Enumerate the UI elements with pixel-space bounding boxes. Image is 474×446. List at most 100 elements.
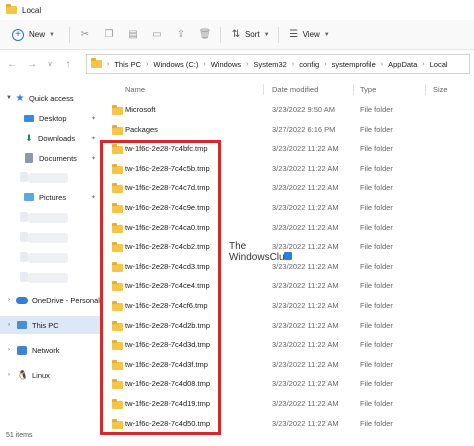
column-divider[interactable] (353, 84, 354, 95)
file-row[interactable]: tw-1f6c-2e28-7c4c7d.tmp 3/23/2022 11:22 A… (103, 178, 474, 198)
sidebar-item-label: Quick access (29, 93, 74, 103)
copy-icon[interactable]: ❐ (102, 28, 116, 42)
toolbar-divider (68, 26, 70, 43)
chevron-right-icon[interactable]: › (4, 322, 14, 328)
column-divider[interactable] (425, 84, 426, 95)
sort-button[interactable]: ⇅ Sort ▼ (229, 28, 270, 42)
file-type: File folder (360, 320, 393, 330)
forward-arrow-icon[interactable]: → (24, 59, 40, 70)
file-name: tw-1f6c-2e28-7c4c9e.tmp (125, 203, 210, 212)
file-row[interactable]: Microsoft 3/23/2022 9:50 AM File folder (103, 100, 474, 120)
column-header-row: Name Date modified Type Size (103, 82, 474, 96)
chevron-right-icon: › (422, 60, 425, 68)
sidebar-item-label: Documents (39, 153, 77, 163)
chevron-down-icon[interactable]: ▼ (4, 95, 14, 101)
column-header-size[interactable]: Size (433, 85, 448, 94)
file-row[interactable]: tw-1f6c-2e28-7c4bfc.tmp 3/23/2022 11:22 A… (103, 139, 474, 159)
sidebar-item-documents[interactable]: Documents ✦ (0, 149, 100, 167)
file-row[interactable]: tw-1f6c-2e28-7c4c5b.tmp 3/23/2022 11:22 A… (103, 159, 474, 179)
view-icon: ☰ (289, 29, 299, 40)
breadcrumb-system32[interactable]: System32 (254, 60, 287, 69)
sidebar-item-label: Downloads (38, 133, 76, 143)
chevron-right-icon: › (246, 60, 249, 68)
file-row[interactable]: tw-1f6c-2e28-7c4ca0.tmp 3/23/2022 11:22 A… (103, 218, 474, 238)
share-icon[interactable]: ⇪ (174, 28, 188, 42)
breadcrumb-windows[interactable]: Windows (211, 60, 241, 69)
blurred-item (28, 213, 68, 223)
file-date-modified: 3/23/2022 11:22 AM (272, 183, 339, 193)
watermark-logo-icon (284, 252, 292, 260)
delete-icon[interactable]: 🗑 (198, 28, 212, 42)
chevron-right-icon: › (203, 60, 206, 68)
breadcrumb-config[interactable]: config (299, 60, 319, 69)
folder-icon (112, 379, 123, 390)
star-icon: ★ (15, 92, 25, 104)
folder-icon (112, 320, 123, 331)
chevron-right-icon: › (107, 60, 110, 68)
sidebar-item-linux[interactable]: › 🐧 Linux (0, 366, 100, 384)
chevron-right-icon[interactable]: › (4, 297, 14, 303)
file-row[interactable]: tw-1f6c-2e28-7c4d19.tmp 3/23/2022 11:22 A… (103, 394, 474, 414)
toolbar-divider (277, 26, 279, 43)
chevron-right-icon: › (291, 60, 295, 68)
up-arrow-icon[interactable]: ↑ (60, 59, 76, 70)
file-type: File folder (360, 340, 393, 350)
sidebar-item-label: Desktop (39, 113, 67, 123)
sidebar-item-onedrive[interactable]: › OneDrive - Personal (0, 291, 100, 309)
file-name: tw-1f6c-2e28-7c4d19.tmp (125, 399, 211, 408)
file-row[interactable]: tw-1f6c-2e28-7c4d3f.tmp 3/23/2022 11:22 A… (103, 355, 474, 375)
download-icon: ⬇ (25, 132, 33, 143)
sidebar-item-desktop[interactable]: Desktop ✦ (0, 109, 100, 127)
blurred-icon (20, 232, 28, 242)
pin-icon: ✦ (90, 135, 96, 142)
address-bar[interactable]: › This PC › Windows (C:) › Windows › Sys… (86, 54, 470, 74)
folder-icon (112, 301, 123, 311)
navigation-pane: ▼ ★ Quick access Desktop ✦ ⬇ Downloads ✦… (0, 84, 100, 434)
file-type: File folder (360, 222, 393, 232)
view-button[interactable]: ☰ View ▼ (287, 28, 330, 42)
file-row[interactable]: tw-1f6c-2e28-7c4cf6.tmp 3/23/2022 11:22 A… (103, 296, 474, 316)
file-row[interactable]: tw-1f6c-2e28-7c4d3d.tmp 3/23/2022 11:22 A… (103, 335, 474, 355)
sidebar-item-this-pc[interactable]: › This PC (0, 316, 100, 334)
sidebar-item-downloads[interactable]: ⬇ Downloads ✦ (0, 129, 100, 147)
file-date-modified: 3/27/2022 6:16 PM (272, 124, 336, 134)
file-row[interactable]: tw-1f6c-2e28-7c4d50.tmp 3/23/2022 11:22 A… (103, 414, 474, 434)
file-date-modified: 3/23/2022 11:22 AM (272, 222, 339, 232)
file-type: File folder (360, 183, 393, 193)
file-name: tw-1f6c-2e28-7c4d2b.tmp (125, 320, 211, 330)
new-button[interactable]: + New ▼ (12, 28, 55, 41)
breadcrumb-systemprofile[interactable]: systemprofile (332, 60, 376, 69)
file-type: File folder (360, 144, 393, 154)
view-label: View (302, 30, 320, 39)
sidebar-item-quick-access[interactable]: ▼ ★ Quick access (0, 89, 100, 107)
paste-icon[interactable]: ▤ (126, 28, 140, 42)
file-type: File folder (360, 105, 393, 114)
folder-icon (112, 203, 123, 213)
rename-icon[interactable]: ▭ (150, 28, 164, 42)
recent-chevron-icon[interactable]: ∨ (42, 60, 58, 68)
breadcrumb-local[interactable]: Local (430, 60, 448, 69)
file-row[interactable]: tw-1f6c-2e28-7c4ce4.tmp 3/23/2022 11:22 A… (103, 276, 474, 296)
breadcrumb-appdata[interactable]: AppData (388, 60, 417, 69)
breadcrumb-windows-c[interactable]: Windows (C:) (153, 60, 198, 69)
file-name: Packages (125, 124, 158, 134)
file-row[interactable]: Packages 3/27/2022 6:16 PM File folder (103, 120, 474, 140)
column-header-name[interactable]: Name (125, 85, 145, 94)
file-type: File folder (360, 359, 393, 369)
chevron-right-icon[interactable]: › (4, 372, 14, 378)
breadcrumb-this-pc[interactable]: This PC (114, 60, 141, 69)
sidebar-item-pictures[interactable]: Pictures ✦ (0, 188, 100, 206)
file-row[interactable]: tw-1f6c-2e28-7c4c9e.tmp 3/23/2022 11:22 A… (103, 198, 474, 218)
file-row[interactable]: tw-1f6c-2e28-7c4d2b.tmp 3/23/2022 11:22 A… (103, 316, 474, 336)
column-header-type[interactable]: Type (360, 85, 376, 94)
column-divider[interactable] (263, 84, 264, 95)
chevron-right-icon[interactable]: › (4, 347, 14, 353)
file-name: tw-1f6c-2e28-7c4d3f.tmp (125, 359, 208, 369)
column-header-date[interactable]: Date modified (272, 85, 318, 94)
file-row[interactable]: tw-1f6c-2e28-7c4d08.tmp 3/23/2022 11:22 A… (103, 374, 474, 394)
folder-icon (112, 183, 123, 194)
network-icon (17, 345, 27, 355)
sidebar-item-network[interactable]: › Network (0, 341, 100, 359)
back-arrow-icon[interactable]: ← (4, 59, 20, 70)
cut-icon[interactable]: ✂ (78, 28, 92, 42)
